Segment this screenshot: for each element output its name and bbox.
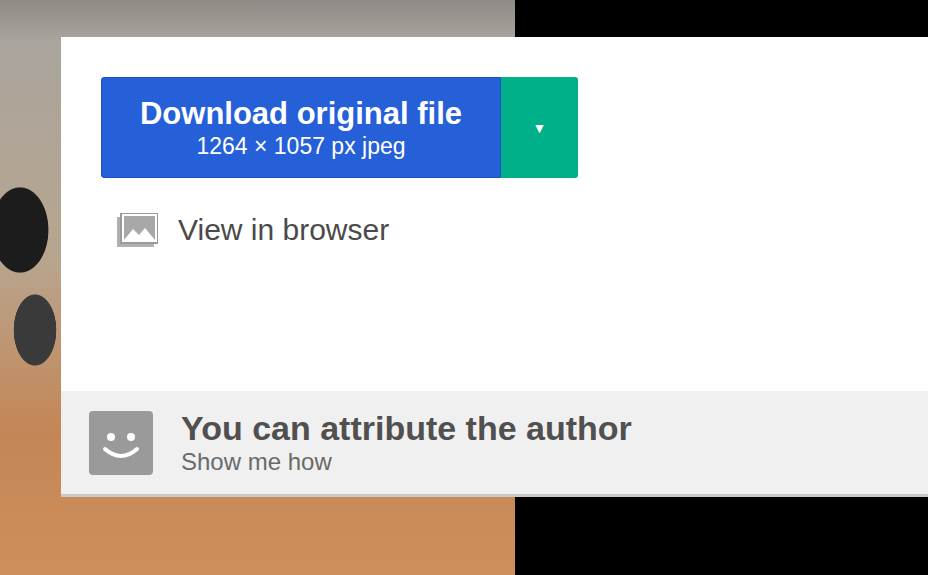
show-me-how-link[interactable]: Show me how	[181, 448, 632, 477]
dropdown-arrow-icon: ▼	[533, 120, 547, 136]
download-label: Download original file	[140, 95, 462, 132]
download-details: 1264 × 1057 px jpeg	[196, 132, 405, 161]
panel-body: Download original file 1264 × 1057 px jp…	[61, 37, 928, 248]
attribution-text: You can attribute the author Show me how	[181, 409, 632, 477]
view-in-browser-label: View in browser	[178, 212, 389, 248]
download-button[interactable]: Download original file 1264 × 1057 px jp…	[101, 77, 501, 178]
download-panel: Download original file 1264 × 1057 px jp…	[61, 37, 928, 497]
view-in-browser-link[interactable]: View in browser	[101, 212, 928, 248]
smiley-icon	[89, 411, 153, 475]
attribution-title: You can attribute the author	[181, 409, 632, 448]
attribution-bar: You can attribute the author Show me how	[61, 391, 928, 497]
image-icon	[117, 213, 158, 247]
download-button-group: Download original file 1264 × 1057 px jp…	[101, 77, 928, 178]
download-options-button[interactable]: ▼	[501, 77, 578, 178]
